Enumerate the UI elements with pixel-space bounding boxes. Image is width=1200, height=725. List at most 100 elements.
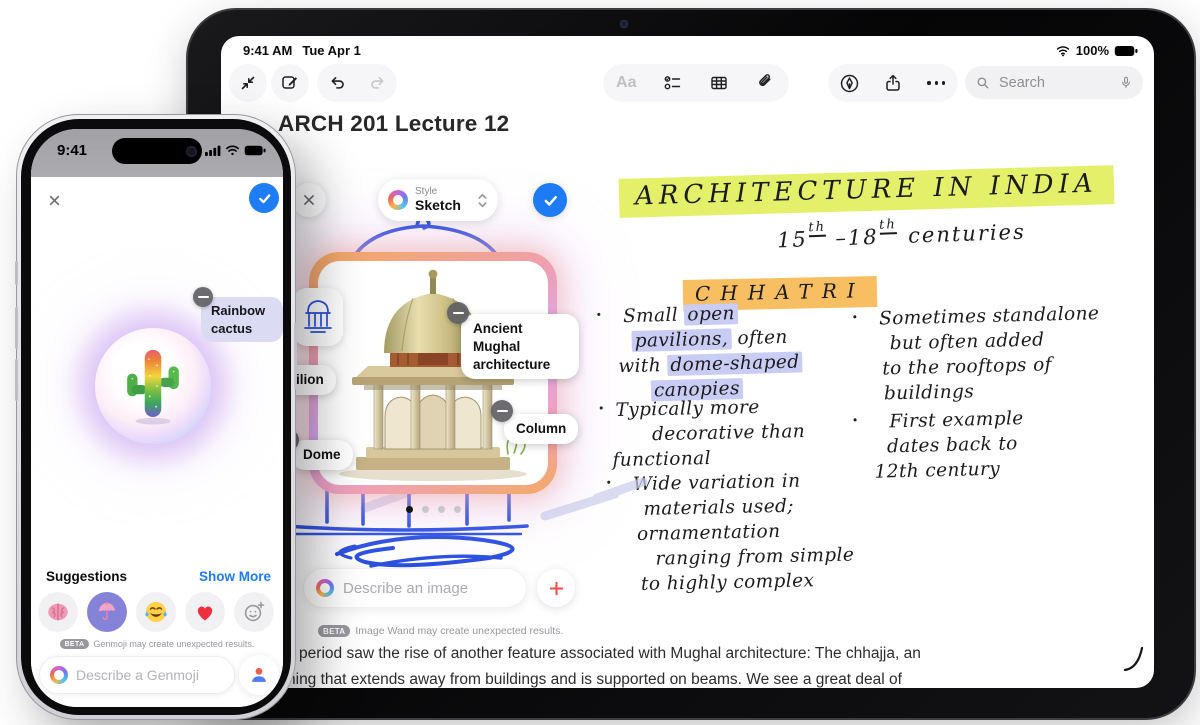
note-paragraph-line2: ning that extends away from buildings an… [287,671,902,688]
genmoji-disclaimer: Genmoji may create unexpected results. [93,639,255,649]
handwritten-heading: ARCHITECTURE IN INDIA [618,165,1115,218]
power-button [294,323,297,389]
describe-genmoji-placeholder: Describe a Genmoji [76,667,199,683]
ipad-notes-screen: 9:41 AM Tue Apr 1 100% Aa Search ARCH 20… [221,36,1154,688]
checklist-button[interactable] [656,66,690,100]
action-button [15,261,18,285]
iphone-device: 9:41 Rainbow cactus Suggestions Show Mor… [15,114,297,720]
image-wand-close-button[interactable] [292,183,326,217]
remove-tag-column-button[interactable] [491,400,513,422]
genmoji-accept-button[interactable] [249,183,279,213]
describe-genmoji-field[interactable]: Describe a Genmoji [39,656,235,694]
image-playground-style-icon [388,190,408,210]
more-icon [927,81,946,85]
iphone-genmoji-screen: 9:41 Rainbow cactus Suggestions Show Mor… [31,129,283,707]
style-picker[interactable]: Style Sketch [378,179,498,221]
bullet-standalone: · Sometimes standalone but often added t… [850,303,1100,405]
tag-architecture[interactable]: Ancient Mughal architecture [461,314,579,380]
beta-badge: BETA [318,625,351,637]
suggestion-new-emoji[interactable] [234,592,274,632]
umbrella-emoji-icon [99,601,115,621]
markup-pen-icon [840,74,859,92]
heart-emoji-icon [197,606,213,621]
suggestion-laughing-emoji[interactable] [136,592,176,632]
apple-intelligence-icon [50,666,68,684]
add-image-source-button[interactable] [537,569,575,607]
suggestion-umbrella-emoji[interactable] [87,592,127,632]
sketch-thumbnail-icon [304,300,332,333]
show-more-link[interactable]: Show More [199,569,271,584]
volume-down-button [15,359,18,401]
describe-image-placeholder: Describe an image [343,579,469,597]
format-button[interactable]: Aa [609,66,643,100]
remove-tag-architecture-button[interactable] [447,302,469,324]
genmoji-preview [95,328,211,444]
suggestions-label: Suggestions [46,569,128,584]
more-button[interactable] [919,66,953,100]
table-button[interactable] [702,66,736,100]
people-genmoji-button[interactable] [239,655,279,695]
bullet-first-example: · First example dates back to 12th centu… [851,406,1024,483]
sketch-thumbnail[interactable] [293,288,343,346]
beta-badge: BETA [59,639,90,649]
new-emoji-icon [244,601,265,622]
search-field[interactable]: Search [965,66,1143,99]
apple-intelligence-icon [316,579,334,597]
volume-up-button [15,307,18,349]
dictation-mic-icon[interactable] [1119,74,1133,91]
image-carousel-dots[interactable] [406,506,461,513]
compose-note-button[interactable] [271,64,309,102]
table-icon [711,76,727,90]
battery-icon [244,145,266,156]
collapse-icon [231,66,265,100]
rainbow-cactus-emoji [127,349,179,425]
wifi-icon [1056,46,1069,57]
redo-icon [370,76,383,89]
ipad-device: 9:41 AM Tue Apr 1 100% Aa Search ARCH 20… [186,8,1196,720]
cellular-signal-icon [205,145,221,156]
compose-icon [273,66,307,100]
close-icon [304,195,314,205]
note-title: ARCH 201 Lecture 12 [278,111,510,136]
markup-button[interactable] [833,66,867,100]
close-icon [49,195,59,205]
laughing-emoji-icon [145,601,167,623]
note-paragraph: s period saw the rise of another feature… [287,641,921,688]
checklist-icon [664,76,680,90]
image-wand-accept-button[interactable] [533,183,567,217]
battery-percent: 100% [1075,43,1109,58]
format-label: Aa [616,74,637,91]
attachment-button[interactable] [749,66,783,100]
ipad-front-camera [620,20,628,28]
undo-icon [331,76,344,89]
suggestion-brain-emoji[interactable] [38,592,78,632]
iphone-status-icons [205,145,266,156]
dynamic-island [112,138,202,164]
remove-genmoji-tag-button[interactable] [193,287,213,307]
wifi-icon [226,145,239,156]
genmoji-close-button[interactable] [39,185,69,215]
plus-icon [549,581,563,595]
image-wand-disclaimer: Image Wand may create unexpected results… [355,625,564,637]
note-paragraph-line1: s period saw the rise of another feature… [287,645,921,662]
tag-column[interactable]: Column [504,414,579,444]
share-icon [886,74,900,91]
ipad-status-right: 100% [1055,43,1138,58]
suggestion-heart-emoji[interactable] [185,592,225,632]
checkmark-icon [258,193,270,203]
handwritten-dates: 15th –18th centuries [776,217,1027,253]
ipad-status-left: 9:41 AM Tue Apr 1 [243,43,361,58]
describe-image-field[interactable]: Describe an image [303,568,527,608]
share-button[interactable] [876,66,910,100]
person-icon [252,667,266,682]
iphone-front-camera [186,145,197,157]
undo-button[interactable] [320,66,354,100]
search-placeholder: Search [999,74,1045,91]
paperclip-icon [758,74,771,87]
tag-dome[interactable]: Dome [291,440,353,470]
genmoji-tag[interactable]: Rainbow cactus [201,297,283,343]
collapse-toolbar-button[interactable] [229,64,267,102]
redo-button[interactable] [360,66,394,100]
search-icon [977,77,989,88]
ipad-status-time: 9:41 AM [243,43,293,58]
